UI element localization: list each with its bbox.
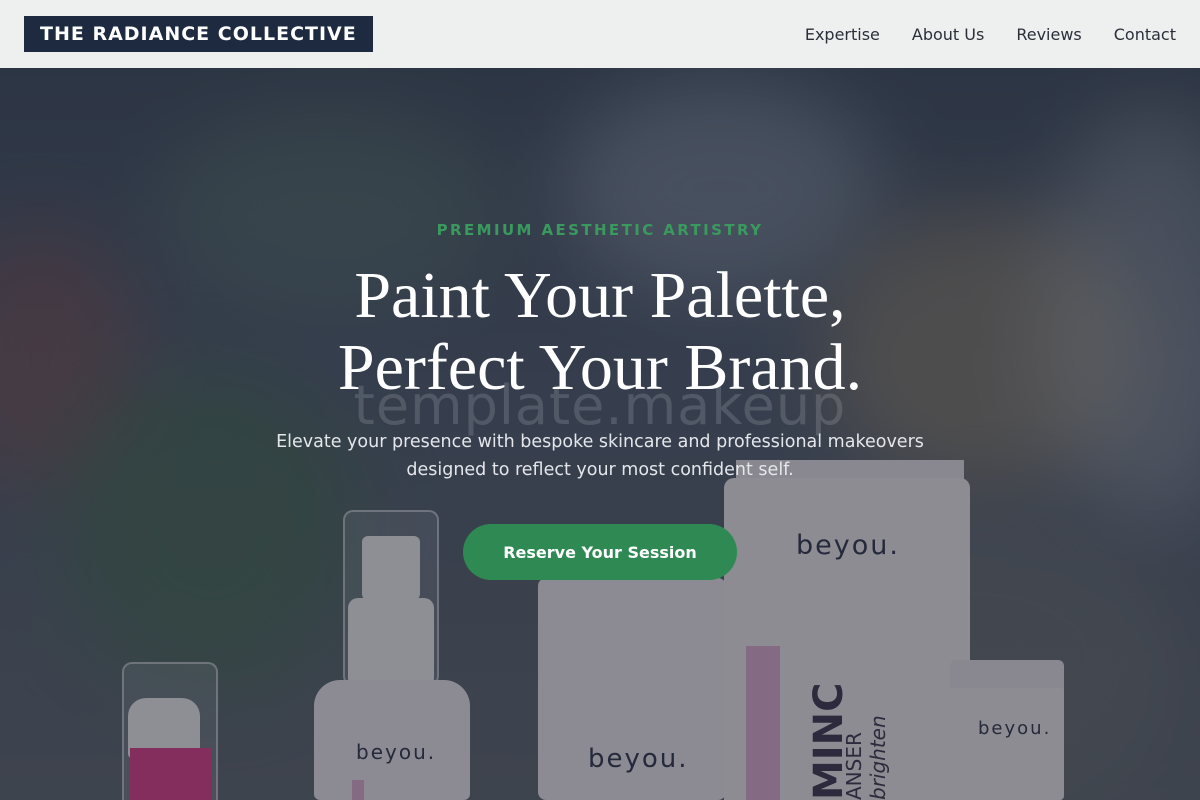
nav-link-expertise[interactable]: Expertise [805, 25, 880, 44]
nav-link-reviews[interactable]: Reviews [1016, 25, 1081, 44]
hero-eyebrow: PREMIUM AESTHETIC ARTISTRY [436, 221, 764, 239]
nav-link-about-us[interactable]: About Us [912, 25, 984, 44]
site-logo[interactable]: THE RADIANCE COLLECTIVE [24, 16, 373, 52]
hero-subtext: Elevate your presence with bespoke skinc… [276, 432, 924, 480]
site-header: THE RADIANCE COLLECTIVE Expertise About … [0, 0, 1200, 68]
main-nav: Expertise About Us Reviews Contact [805, 25, 1176, 44]
hero-headline-line-1: Paint Your Palette, [354, 259, 846, 332]
nav-link-contact[interactable]: Contact [1114, 25, 1176, 44]
reserve-session-button[interactable]: Reserve Your Session [463, 524, 737, 580]
